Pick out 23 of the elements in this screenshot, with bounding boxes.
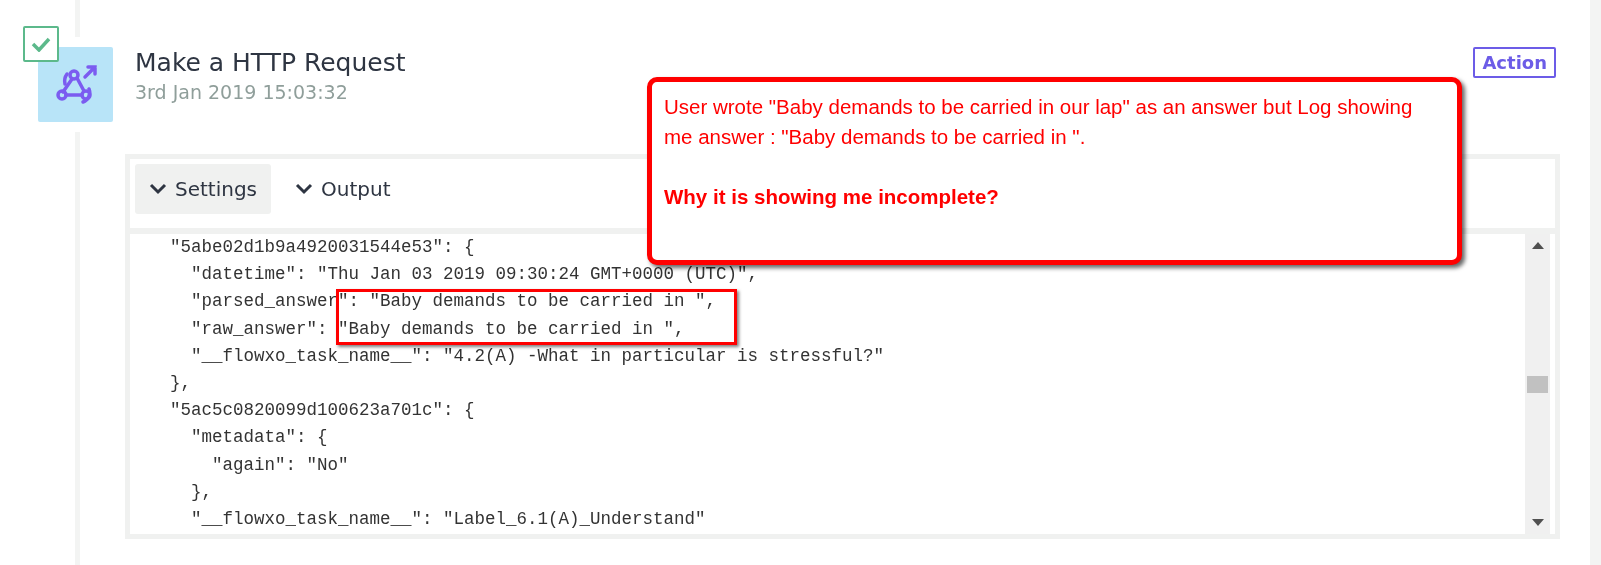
- code-line: "__flowxo_task_name__": "4.2(A) -What in particular is stressful?": [190, 344, 886, 368]
- note-text: User wrote "Baby demands to be carried in our lap" as an answer but Log showing me answer : "Baby demands to be carried in ".: [664, 94, 1414, 150]
- note-question: Why it is showing me incomplete?: [664, 184, 1000, 210]
- code-line: },: [170, 372, 192, 395]
- code-line: },: [190, 480, 213, 504]
- code-line: "metadata": {: [190, 426, 329, 450]
- code-line: "raw_answer": "Baby demands to be carried in ",: [190, 317, 686, 341]
- timestamp: 3rd Jan 2019 15:03:32: [135, 80, 349, 105]
- check-icon: [31, 36, 51, 52]
- code-line: "again": "No": [211, 453, 350, 477]
- type-label: Action: [1473, 47, 1556, 78]
- chevron-down-icon: [149, 183, 167, 195]
- scroll-up-icon[interactable]: [1531, 242, 1544, 249]
- scroll-thumb[interactable]: [1527, 375, 1548, 393]
- step-title: Make a HTTP Request: [135, 47, 406, 79]
- code-line: "5abe02d1b9a4920031544e53": {: [170, 236, 476, 259]
- tab[interactable]: Settings: [135, 164, 272, 214]
- chevron-down-icon: [295, 183, 314, 195]
- code-line: "datetime": "Thu Jan 03 2019 09:30:24 GMT+0000 (UTC)",: [190, 263, 760, 287]
- code-line: "__flowxo_task_name__": "Label_6.1(A)_Understand": [190, 508, 707, 532]
- scroll-down-icon[interactable]: [1531, 519, 1544, 526]
- code-line: "5ac5c0820099d100623a701c": {: [170, 399, 476, 423]
- tab[interactable]: Output: [281, 164, 405, 214]
